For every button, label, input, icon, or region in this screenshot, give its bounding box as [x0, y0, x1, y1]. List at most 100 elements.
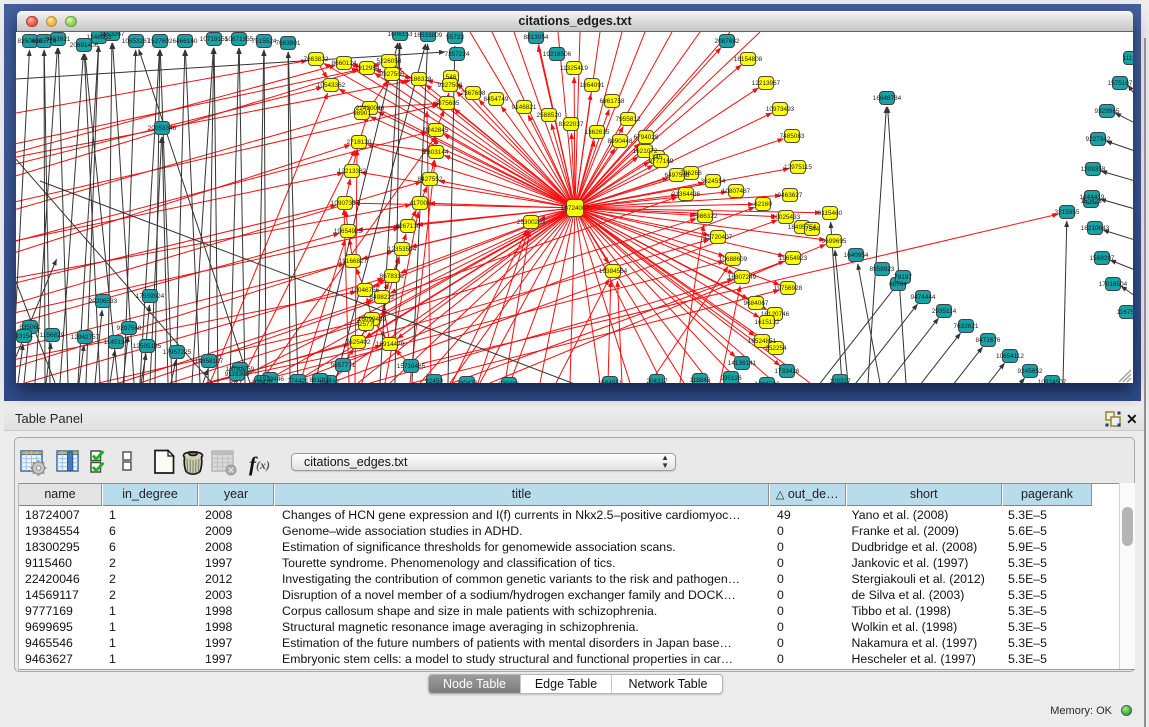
svg-text:2588520: 2588520: [537, 112, 562, 119]
svg-text:16120746: 16120746: [761, 311, 790, 318]
svg-text:1575107: 1575107: [1108, 80, 1133, 87]
svg-text:2935114: 2935114: [932, 308, 957, 315]
svg-text:9329965: 9329965: [1095, 108, 1120, 115]
svg-text:12213382: 12213382: [338, 168, 367, 175]
svg-text:16154808: 16154808: [734, 56, 763, 63]
svg-text:10543362: 10543362: [317, 82, 346, 89]
svg-text:252254: 252254: [765, 345, 787, 352]
svg-text:2803144: 2803144: [424, 149, 449, 156]
svg-text:9242845: 9242845: [424, 127, 449, 134]
svg-text:10671355: 10671355: [225, 36, 254, 43]
svg-text:2087682: 2087682: [715, 38, 740, 45]
svg-text:835061: 835061: [19, 324, 41, 331]
svg-text:975201: 975201: [498, 381, 520, 383]
svg-text:16210643: 16210643: [1081, 225, 1110, 232]
svg-text:10653267: 10653267: [122, 38, 151, 45]
svg-text:1527602: 1527602: [148, 38, 173, 45]
svg-text:93154: 93154: [16, 333, 33, 340]
svg-text:8660124: 8660124: [332, 60, 357, 67]
svg-text:6961758: 6961758: [600, 98, 625, 105]
svg-text:116753: 116753: [1117, 309, 1133, 316]
svg-text:19654925: 19654925: [334, 228, 363, 235]
svg-text:1244419: 1244419: [1080, 194, 1105, 201]
svg-text:17016504: 17016504: [1099, 281, 1128, 288]
svg-text:1615132: 1615132: [755, 319, 780, 326]
svg-text:25300203: 25300203: [517, 219, 546, 226]
svg-text:11122: 11122: [1123, 55, 1133, 62]
svg-text:17957225: 17957225: [163, 349, 192, 356]
svg-text:118846: 118846: [690, 377, 711, 383]
svg-text:8186328: 8186328: [407, 76, 432, 83]
svg-text:19166827: 19166827: [339, 258, 368, 265]
svg-text:6497568: 6497568: [665, 172, 690, 179]
svg-text:8267130: 8267130: [396, 223, 421, 230]
svg-text:19756928: 19756928: [774, 285, 803, 292]
svg-text:16524851: 16524851: [748, 338, 777, 345]
svg-text:12942757: 12942757: [71, 334, 100, 341]
svg-text:16033809: 16033809: [414, 32, 443, 39]
svg-text:98901: 98901: [353, 110, 371, 117]
svg-text:1640954: 1640954: [844, 252, 869, 259]
svg-text:12975115: 12975115: [784, 164, 812, 171]
svg-text:3624554: 3624554: [701, 178, 726, 185]
svg-text:9115460: 9115460: [818, 210, 843, 217]
svg-text:774421: 774421: [287, 378, 309, 383]
svg-text:14136141: 14136141: [728, 360, 757, 367]
svg-text:11325419: 11325419: [560, 65, 588, 72]
svg-text:19218506: 19218506: [543, 51, 572, 58]
svg-text:92450: 92450: [425, 378, 443, 383]
svg-text:68704: 68704: [889, 281, 907, 288]
svg-text:10807487: 10807487: [722, 188, 751, 195]
svg-text:10688609: 10688609: [719, 256, 748, 263]
svg-text:15716485: 15716485: [397, 363, 426, 370]
svg-text:7632621: 7632621: [954, 323, 979, 330]
svg-text:204317: 204317: [646, 378, 668, 383]
svg-text:1204523: 1204523: [755, 381, 780, 383]
svg-text:1569297: 1569297: [1090, 255, 1115, 262]
svg-text:10025433: 10025433: [772, 214, 801, 221]
svg-text:861203: 861203: [309, 377, 331, 383]
svg-text:7357224: 7357224: [445, 51, 470, 58]
svg-text:7544: 7544: [805, 226, 820, 233]
svg-text:9118303: 9118303: [225, 371, 250, 378]
svg-text:8498222: 8498222: [370, 294, 395, 301]
svg-text:1606153: 1606153: [388, 32, 413, 38]
svg-text:12353594: 12353594: [388, 246, 417, 253]
svg-text:3215955: 3215955: [1055, 209, 1080, 216]
svg-text:12505135: 12505135: [133, 343, 162, 350]
svg-text:7663901: 7663901: [276, 40, 301, 47]
svg-text:9227342: 9227342: [1086, 136, 1111, 143]
svg-text:6794028: 6794028: [634, 134, 659, 141]
svg-text:9245652: 9245652: [1018, 368, 1043, 375]
svg-text:9657771: 9657771: [331, 362, 356, 369]
svg-text:8813054: 8813054: [524, 34, 549, 41]
svg-text:20691406: 20691406: [70, 42, 99, 49]
svg-text:10046756: 10046756: [351, 287, 380, 294]
svg-text:1145194: 1145194: [104, 339, 129, 346]
svg-text:1156829: 1156829: [40, 332, 65, 339]
svg-text:9146821: 9146821: [512, 104, 537, 111]
svg-text:8471676: 8471676: [976, 337, 1001, 344]
svg-text:55723: 55723: [446, 34, 464, 41]
svg-text:2718120: 2718120: [347, 139, 372, 146]
svg-text:9699695: 9699695: [822, 238, 847, 245]
svg-text:16648784: 16648784: [873, 95, 902, 102]
svg-text:17559924: 17559924: [136, 293, 165, 300]
svg-text:9327505: 9327505: [380, 71, 405, 78]
svg-text:10973493: 10973493: [766, 106, 795, 113]
svg-text:2367608: 2367608: [461, 90, 486, 97]
svg-text:9474444: 9474444: [911, 294, 936, 301]
svg-text:8990448: 8990448: [608, 138, 633, 145]
svg-text:10654112: 10654112: [996, 353, 1024, 360]
svg-text:8678332: 8678332: [380, 273, 405, 280]
svg-text:1864091: 1864091: [580, 82, 605, 89]
svg-text:3912954: 3912954: [355, 65, 380, 72]
svg-text:9684067: 9684067: [744, 300, 769, 307]
svg-text:16914479: 16914479: [376, 341, 405, 348]
svg-text:8454749: 8454749: [484, 96, 509, 103]
svg-text:14958107: 14958107: [195, 358, 224, 365]
svg-text:10924507: 10924507: [1038, 379, 1067, 383]
svg-text:1733426: 1733426: [775, 368, 800, 375]
svg-text:7663822: 7663822: [304, 56, 329, 63]
svg-text:(x): (x): [256, 458, 270, 472]
